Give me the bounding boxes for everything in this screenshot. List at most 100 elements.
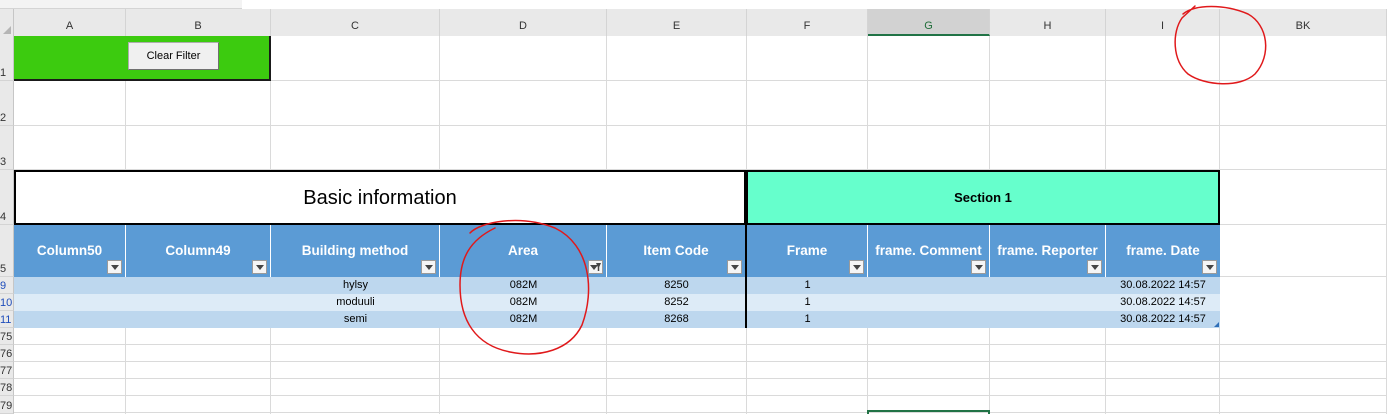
row-header-10[interactable]: 10 [0, 294, 14, 311]
column-header-c[interactable]: C [271, 9, 440, 36]
table-header-item-code[interactable]: Item Code [607, 225, 747, 277]
gridline [14, 361, 1387, 362]
chevron-down-icon [1206, 265, 1214, 270]
chevron-down-icon [975, 265, 983, 270]
active-cell-selection [867, 410, 990, 414]
table-header-column49[interactable]: Column49 [126, 225, 271, 277]
select-all-triangle-icon [3, 26, 11, 34]
basic-information-band: Basic information [14, 170, 746, 225]
table-cell[interactable]: hylsy [271, 277, 440, 294]
header-label: frame. Date [1126, 243, 1200, 258]
header-label: Column49 [165, 243, 231, 258]
chevron-down-icon [256, 265, 264, 270]
table-cell[interactable]: 1 [747, 311, 868, 328]
chevron-down-icon [425, 265, 433, 270]
table-resize-handle[interactable] [1214, 322, 1219, 327]
row-header-2[interactable]: 2 [0, 81, 14, 126]
header-label: Frame [786, 243, 828, 258]
gridline [14, 125, 1387, 126]
table-cell[interactable]: moduuli [271, 294, 440, 311]
name-box-strip [0, 0, 242, 9]
row-header-5[interactable]: 5 [0, 225, 14, 277]
row-header-79[interactable]: 79 [0, 396, 14, 414]
table-cell[interactable] [868, 277, 990, 294]
table-cell[interactable] [990, 277, 1106, 294]
gridline [14, 344, 1387, 345]
row-header-1[interactable]: 1 [0, 36, 14, 81]
column-header-d[interactable]: D [440, 9, 607, 36]
table-header-column50[interactable]: Column50 [14, 225, 126, 277]
chevron-down-icon [111, 265, 119, 270]
column-header-f[interactable]: F [747, 9, 868, 36]
filter-dropdown-button[interactable] [252, 260, 267, 274]
row-header-11[interactable]: 11 [0, 311, 14, 328]
table-cell[interactable] [126, 277, 271, 294]
chevron-down-icon [853, 265, 861, 270]
header-label: Item Code [643, 243, 709, 258]
column-header-a[interactable]: A [14, 9, 126, 36]
table-cell[interactable] [14, 277, 126, 294]
table-header-area[interactable]: Area [440, 225, 607, 277]
chevron-down-icon [590, 265, 598, 270]
column-header-b[interactable]: B [126, 9, 271, 36]
row-header-9[interactable]: 9 [0, 277, 14, 294]
filter-dropdown-button[interactable] [107, 260, 122, 274]
gridline [14, 412, 1387, 413]
table-cell[interactable] [868, 311, 990, 328]
filter-dropdown-button[interactable] [1087, 260, 1102, 274]
table-cell[interactable] [126, 294, 271, 311]
row-header-75[interactable]: 75 [0, 328, 14, 345]
table-cell[interactable]: semi [271, 311, 440, 328]
table-header-frame-date[interactable]: frame. Date [1106, 225, 1220, 277]
clear-filter-button[interactable]: Clear Filter [128, 42, 219, 70]
table-cell[interactable]: 8268 [607, 311, 746, 328]
filter-dropdown-button[interactable] [1202, 260, 1217, 274]
filter-dropdown-button[interactable] [971, 260, 986, 274]
table-header-frame[interactable]: Frame [747, 225, 868, 277]
table-header-frame-comment[interactable]: frame. Comment [868, 225, 990, 277]
row-header-3[interactable]: 3 [0, 126, 14, 170]
chevron-down-icon [731, 265, 739, 270]
table-cell[interactable]: 082M [440, 294, 607, 311]
header-label: Building method [301, 243, 409, 258]
header-label: frame. Comment [875, 243, 982, 258]
table-cell[interactable] [990, 311, 1106, 328]
filter-dropdown-button[interactable] [421, 260, 436, 274]
column-header-e[interactable]: E [607, 9, 747, 36]
table-cell[interactable] [868, 294, 990, 311]
table-cell[interactable]: 30.08.2022 14:57 [1106, 277, 1220, 294]
table-cell[interactable]: 1 [747, 294, 868, 311]
row-header-76[interactable]: 76 [0, 345, 14, 362]
header-label: Column50 [36, 243, 103, 258]
table-cell[interactable] [126, 311, 271, 328]
column-header-g[interactable]: G [868, 9, 990, 36]
gridline [14, 395, 1387, 396]
row-header-78[interactable]: 78 [0, 379, 14, 396]
section-1-band: Section 1 [746, 170, 1220, 225]
table-cell[interactable]: 30.08.2022 14:57 [1106, 294, 1220, 311]
column-header-bk[interactable]: BK [1220, 9, 1387, 36]
filter-dropdown-button[interactable] [849, 260, 864, 274]
table-cell[interactable]: 082M [440, 277, 607, 294]
table-cell[interactable] [14, 294, 126, 311]
header-label: frame. Reporter [997, 243, 1098, 258]
table-cell[interactable]: 8252 [607, 294, 746, 311]
filter-active-button[interactable] [588, 260, 603, 274]
table-cell[interactable]: 082M [440, 311, 607, 328]
section-divider [745, 277, 747, 328]
row-header-77[interactable]: 77 [0, 362, 14, 379]
column-header-h[interactable]: H [990, 9, 1106, 36]
table-cell[interactable]: 30.08.2022 14:57 [1106, 311, 1220, 328]
table-cell[interactable]: 1 [747, 277, 868, 294]
table-header-building-method[interactable]: Building method [271, 225, 440, 277]
table-cell[interactable] [14, 311, 126, 328]
table-header-frame-reporter[interactable]: frame. Reporter [990, 225, 1106, 277]
row-header-4[interactable]: 4 [0, 170, 14, 225]
table-cell[interactable]: 8250 [607, 277, 746, 294]
gridline [14, 378, 1387, 379]
header-label: Area [507, 243, 539, 258]
filter-dropdown-button[interactable] [727, 260, 742, 274]
column-header-i[interactable]: I [1106, 9, 1220, 36]
table-cell[interactable] [990, 294, 1106, 311]
chevron-down-icon [1091, 265, 1099, 270]
